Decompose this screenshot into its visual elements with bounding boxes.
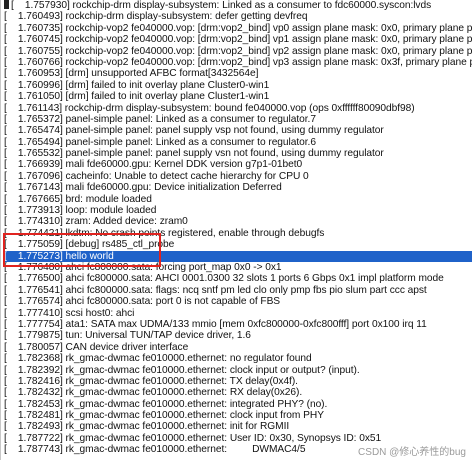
- log-line-selected[interactable]: [ 1.775273] hello world: [4, 250, 472, 262]
- log-line: [ 1.760996] [drm] failed to init overlay…: [4, 79, 270, 91]
- log-line: [ 1.767143] mali fde60000.gpu: Device in…: [4, 182, 282, 194]
- log-line: [ 1.777410] scsi host0: ahci: [4, 307, 135, 319]
- log-line: [ 1.776541] ahci fc800000.sata: flags: n…: [4, 284, 427, 296]
- log-line: [ 1.767096] cacheinfo: Unable to detect …: [4, 170, 309, 182]
- log-line: [ 1.765474] panel-simple panel: panel su…: [4, 125, 384, 137]
- log-line: [ 1.761050] [drm] failed to init overlay…: [4, 91, 270, 103]
- log-line: [ 1.782432] rk_gmac-dwmac fe010000.ether…: [4, 387, 303, 399]
- log-line: [ 1.775059] [debug] rs485_ctl_probe: [4, 239, 175, 251]
- log-line: [ 1.765494] panel-simple panel: Linked a…: [4, 136, 316, 148]
- terminal-window: [ 1.757930] rockchip-drm display-subsyst…: [0, 0, 474, 460]
- log-line: [ 1.767665] brd: module loaded: [4, 193, 152, 205]
- log-line: [ 1.782416] rk_gmac-dwmac fe010000.ether…: [4, 375, 298, 387]
- log-line: [ 1.782481] rk_gmac-dwmac fe010000.ether…: [4, 410, 324, 422]
- log-line: [ 1.777754] ata1: SATA max UDMA/133 mmio…: [4, 318, 427, 330]
- log-line: [ 1.782392] rk_gmac-dwmac fe010000.ether…: [4, 364, 360, 376]
- log-line: [ 1.760766] rockchip-vop2 fe040000.vop: …: [4, 56, 472, 68]
- log-line: [ 1.760735] rockchip-vop2 fe040000.vop: …: [4, 22, 472, 34]
- log-line: [ 1.760745] rockchip-vop2 fe040000.vop: …: [4, 34, 472, 46]
- log-line: [ 1.761143] rockchip-drm display-subsyst…: [4, 102, 415, 114]
- log-line: [ 1.757930] rockchip-drm display-subsyst…: [4, 0, 472, 11]
- log-line: [ 1.779875] tun: Universal TUN/TAP devic…: [4, 330, 251, 342]
- log-line: [ 1.776500] ahci fc800000.sata: AHCI 000…: [4, 273, 444, 285]
- watermark: CSDN @修心养性的bug: [356, 443, 468, 458]
- log-line: [ 1.776574] ahci fc800000.sata: port 0 i…: [4, 296, 281, 308]
- log-line: [ 1.782493] rk_gmac-dwmac fe010000.ether…: [4, 421, 290, 433]
- log-line: [ 1.765372] panel-simple panel: Linked a…: [4, 113, 316, 125]
- log-line: [ 1.776480] ahci fc800000.sata: forcing …: [4, 261, 282, 273]
- log-line: [ 1.782453] rk_gmac-dwmac fe010000.ether…: [4, 398, 328, 410]
- log-line: [ 1.774310] zram: Added device: zram0: [4, 216, 188, 228]
- kernel-log: [ 1.757930] rockchip-drm display-subsyst…: [4, 0, 472, 456]
- log-line: [ 1.765532] panel-simple panel: panel su…: [4, 148, 384, 160]
- log-line: [ 1.760755] rockchip-vop2 fe040000.vop: …: [4, 45, 472, 57]
- log-line: [ 1.780057] CAN device driver interface: [4, 341, 189, 353]
- log-line: [ 1.760493] rockchip-drm display-subsyst…: [4, 11, 308, 23]
- cursor-icon: [4, 0, 9, 9]
- log-line: [ 1.782368] rk_gmac-dwmac fe010000.ether…: [4, 353, 312, 365]
- log-line: [ 1.774421] lkdtm: No crash points regis…: [4, 227, 325, 239]
- log-line: [ 1.766939] mali fde60000.gpu: Kernel DD…: [4, 159, 303, 171]
- log-line: [ 1.773913] loop: module loaded: [4, 205, 157, 217]
- log-line: [ 1.760953] [drm] unsupported AFBC forma…: [4, 68, 259, 80]
